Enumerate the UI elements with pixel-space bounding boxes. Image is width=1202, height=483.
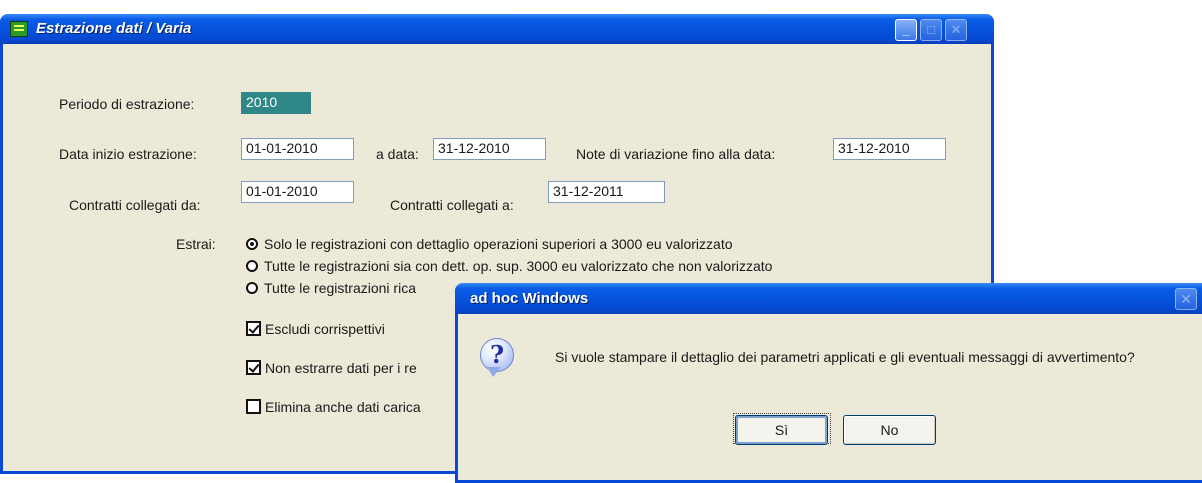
contratti-a-field[interactable]: 31-12-2011 <box>548 181 665 203</box>
radio-icon[interactable] <box>246 260 258 272</box>
note-field[interactable]: 31-12-2010 <box>833 138 946 160</box>
dialog-close-button[interactable]: ✕ <box>1175 288 1197 310</box>
periodo-label: Periodo di estrazione: <box>59 96 195 112</box>
checkbox-non-estrarre[interactable]: Non estrarre dati per i re <box>246 360 417 376</box>
periodo-field[interactable]: 2010 <box>241 92 311 114</box>
a-data-field[interactable]: 31-12-2010 <box>433 138 546 160</box>
radio-icon[interactable] <box>246 238 258 250</box>
contratti-da-field[interactable]: 01-01-2010 <box>241 181 354 203</box>
checkbox-label: Elimina anche dati carica <box>265 399 421 415</box>
minimize-button[interactable]: _ <box>895 19 917 41</box>
confirm-dialog: ad hoc Windows ✕ ? Si vuole stampare il … <box>455 283 1202 483</box>
estrai-option-3[interactable]: Tutte le registrazioni rica <box>246 280 416 296</box>
checkbox-elimina[interactable]: Elimina anche dati carica <box>246 399 421 415</box>
minimize-icon: _ <box>902 22 910 37</box>
estrai-option-label: Tutte le registrazioni sia con dett. op.… <box>264 258 773 274</box>
dialog-titlebar[interactable]: ad hoc Windows ✕ <box>455 283 1202 314</box>
no-button[interactable]: No <box>843 415 936 445</box>
estrai-option-label: Solo le registrazioni con dettaglio oper… <box>264 236 733 252</box>
main-titlebar[interactable]: Estrazione dati / Varia _ □ ✕ <box>0 14 994 44</box>
data-inizio-label: Data inizio estrazione: <box>59 146 197 162</box>
data-inizio-field[interactable]: 01-01-2010 <box>241 138 354 160</box>
maximize-icon: □ <box>927 22 935 37</box>
checkbox-icon[interactable] <box>246 360 261 375</box>
a-data-label: a data: <box>376 146 419 162</box>
close-icon: ✕ <box>950 22 962 37</box>
estrai-option-label: Tutte le registrazioni rica <box>264 280 416 296</box>
contratti-da-label: Contratti collegati da: <box>69 197 201 213</box>
window-title: Estrazione dati / Varia <box>36 20 192 37</box>
question-icon: ? <box>480 338 514 377</box>
note-label: Note di variazione fino alla data: <box>576 146 776 162</box>
app-icon <box>10 21 28 37</box>
radio-icon[interactable] <box>246 282 258 294</box>
close-button[interactable]: ✕ <box>945 19 967 41</box>
checkbox-icon[interactable] <box>246 321 261 336</box>
checkbox-label: Escludi corrispettivi <box>265 321 385 337</box>
checkbox-escludi-corrispettivi[interactable]: Escludi corrispettivi <box>246 321 385 337</box>
estrai-option-2[interactable]: Tutte le registrazioni sia con dett. op.… <box>246 258 772 274</box>
checkbox-icon[interactable] <box>246 399 261 414</box>
dialog-message: Si vuole stampare il dettaglio dei param… <box>555 349 1135 365</box>
dialog-title: ad hoc Windows <box>470 290 589 307</box>
estrai-option-1[interactable]: Solo le registrazioni con dettaglio oper… <box>246 236 733 252</box>
yes-button[interactable]: Sì <box>735 415 828 445</box>
maximize-button[interactable]: □ <box>920 19 942 41</box>
close-icon: ✕ <box>1180 291 1192 307</box>
contratti-a-label: Contratti collegati a: <box>390 197 514 213</box>
checkbox-label: Non estrarre dati per i re <box>265 360 417 376</box>
estrai-label: Estrai: <box>176 236 216 252</box>
